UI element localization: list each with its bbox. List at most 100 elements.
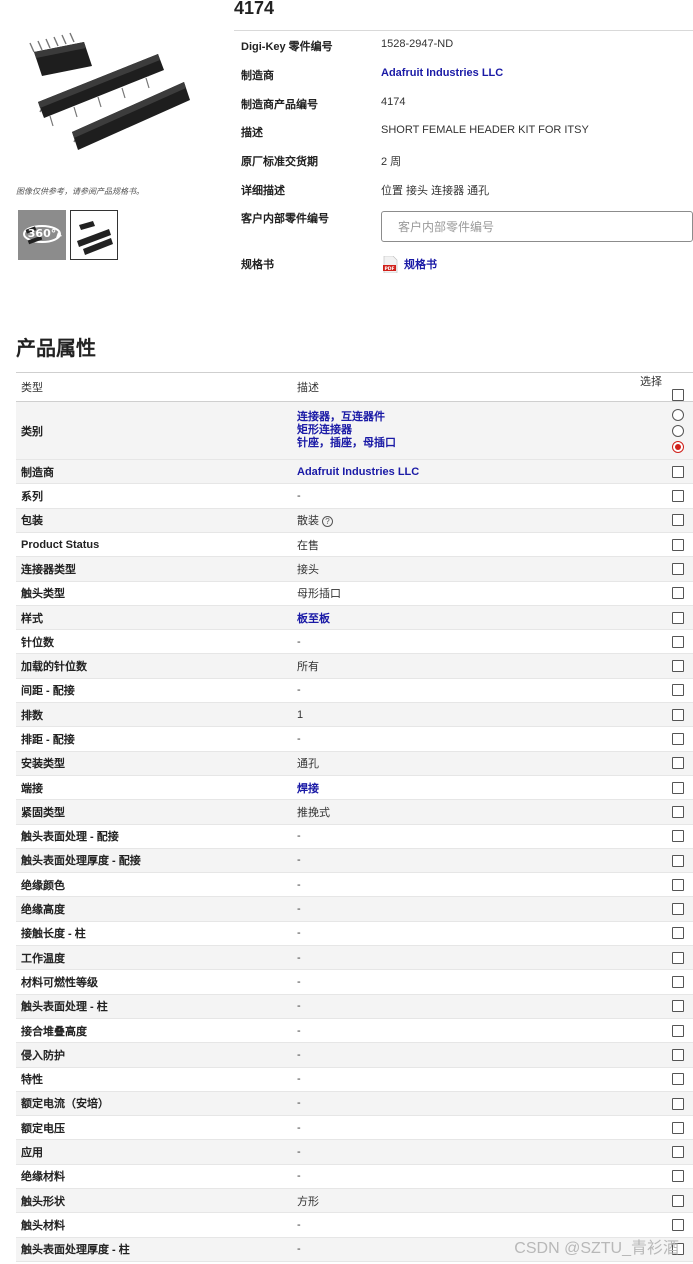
table-row: 排数 1 [16,702,693,727]
category-link-rectangular[interactable]: 矩形连接器 [297,424,626,437]
attribute-select [626,703,693,727]
product-image[interactable] [20,30,210,170]
table-row: 绝缘材料 - [16,1164,693,1189]
category-radio-0[interactable] [672,408,684,421]
attribute-checkbox[interactable] [672,781,684,794]
attribute-type: 触头材料 [21,1219,65,1232]
table-row: 材料可燃性等级 - [16,970,693,995]
attribute-checkbox[interactable] [672,976,684,989]
attribute-checkbox[interactable] [672,1000,684,1013]
attribute-checkbox[interactable] [672,1121,684,1134]
svg-text:PDF: PDF [384,266,394,272]
attribute-checkbox[interactable] [672,927,684,940]
attribute-checkbox[interactable] [672,587,684,600]
attribute-checkbox[interactable] [672,611,684,624]
attribute-value: - [292,630,626,654]
table-row: 额定电压 - [16,1116,693,1140]
info-value: SHORT FEMALE HEADER KIT FOR ITSY [381,124,589,136]
part-number-title: 4174 [234,0,275,18]
attribute-value-text: - [297,854,301,867]
attribute-checkbox[interactable] [672,1073,684,1086]
attribute-value-text: 板至板 [297,612,330,625]
attribute-checkbox[interactable] [672,1024,684,1037]
attribute-checkbox[interactable] [672,830,684,843]
attribute-value-text: 接头 [297,563,319,576]
attribute-checkbox[interactable] [672,490,684,503]
category-link-headers[interactable]: 针座，插座，母插口 [297,437,626,450]
attribute-value-text: 通孔 [297,758,319,771]
pdf-icon: PDF [383,255,398,273]
table-row: 额定电流（安培） - [16,1091,693,1116]
attribute-checkbox[interactable] [672,805,684,818]
info-label: 描述 [241,127,263,139]
attribute-select [626,1116,693,1140]
attribute-select [626,1018,693,1042]
table-header-row: 类型 描述 选择 [16,372,693,402]
table-row: 针位数 - [16,630,693,654]
info-value: 4174 [381,96,406,108]
attribute-checkbox[interactable] [672,514,684,527]
attribute-checkbox[interactable] [672,951,684,964]
attribute-value-text: - [297,1146,301,1159]
attribute-select [626,848,693,872]
attribute-value-text: - [297,733,301,745]
attribute-value[interactable]: Adafruit Industries LLC [292,460,626,484]
attribute-checkbox[interactable] [672,1048,684,1061]
attribute-checkbox[interactable] [672,660,684,673]
attribute-value-text: - [297,1170,301,1183]
attribute-checkbox[interactable] [672,635,684,648]
attribute-type: 触头表面处理 - 柱 [21,1001,108,1014]
attribute-select [626,1140,693,1164]
attribute-select [626,532,693,556]
attribute-checkbox[interactable] [672,1097,684,1110]
attribute-value: - [292,897,626,921]
attribute-select [626,994,693,1018]
attribute-checkbox[interactable] [672,757,684,770]
attribute-type: 样式 [21,612,43,625]
select-all-checkbox[interactable] [672,389,684,402]
info-label: Digi-Key 零件编号 [241,41,333,53]
attribute-checkbox[interactable] [672,1146,684,1159]
attribute-value[interactable]: 焊接 [292,775,626,799]
attribute-checkbox[interactable] [672,465,684,478]
thumbnail-360-view[interactable]: 360° [18,210,66,260]
table-row: 触头表面处理 - 配接 - [16,824,693,849]
attribute-type: 针位数 [21,636,54,649]
attribute-checkbox[interactable] [672,1218,684,1231]
customer-ref-input[interactable] [381,211,693,242]
attribute-checkbox[interactable] [672,562,684,575]
category-select [626,402,693,460]
attribute-checkbox[interactable] [672,1170,684,1183]
attribute-checkbox[interactable] [672,1194,684,1207]
help-icon[interactable]: ? [322,515,333,527]
attribute-value-text: Adafruit Industries LLC [297,465,420,478]
table-row: 特性 - [16,1067,693,1092]
attribute-value: - [292,1018,626,1042]
attribute-checkbox[interactable] [672,854,684,867]
attribute-type: Product Status [21,538,100,551]
attribute-value: 通孔 [292,751,626,775]
category-link-connectors[interactable]: 连接器，互连器件 [297,411,626,424]
category-radio-2[interactable] [672,440,684,453]
attribute-value-text: - [297,975,301,988]
attribute-value[interactable]: 板至板 [292,605,626,629]
attribute-select [626,484,693,508]
info-row-detailed-description: 详细描述 位置 接头 连接器 通孔 [241,182,693,202]
attribute-checkbox[interactable] [672,878,684,891]
attribute-checkbox[interactable] [672,538,684,551]
attribute-checkbox[interactable] [672,733,684,746]
attribute-type: 特性 [21,1074,43,1087]
attribute-checkbox[interactable] [672,903,684,916]
attribute-value: - [292,1067,626,1091]
datasheet-link[interactable]: PDF 规格书 [383,255,437,273]
attribute-checkbox[interactable] [672,708,684,721]
manufacturer-link[interactable]: Adafruit Industries LLC [381,67,503,79]
attribute-value-text: - [297,1097,301,1110]
table-row: 触头形状 方形 [16,1188,693,1213]
category-radio-1[interactable] [672,424,684,437]
thumbnail-product[interactable] [70,210,118,260]
attribute-value: - [292,484,626,508]
attribute-checkbox[interactable] [672,684,684,697]
attribute-type: 触头表面处理厚度 - 柱 [21,1244,130,1257]
table-row: 样式 板至板 [16,605,693,630]
